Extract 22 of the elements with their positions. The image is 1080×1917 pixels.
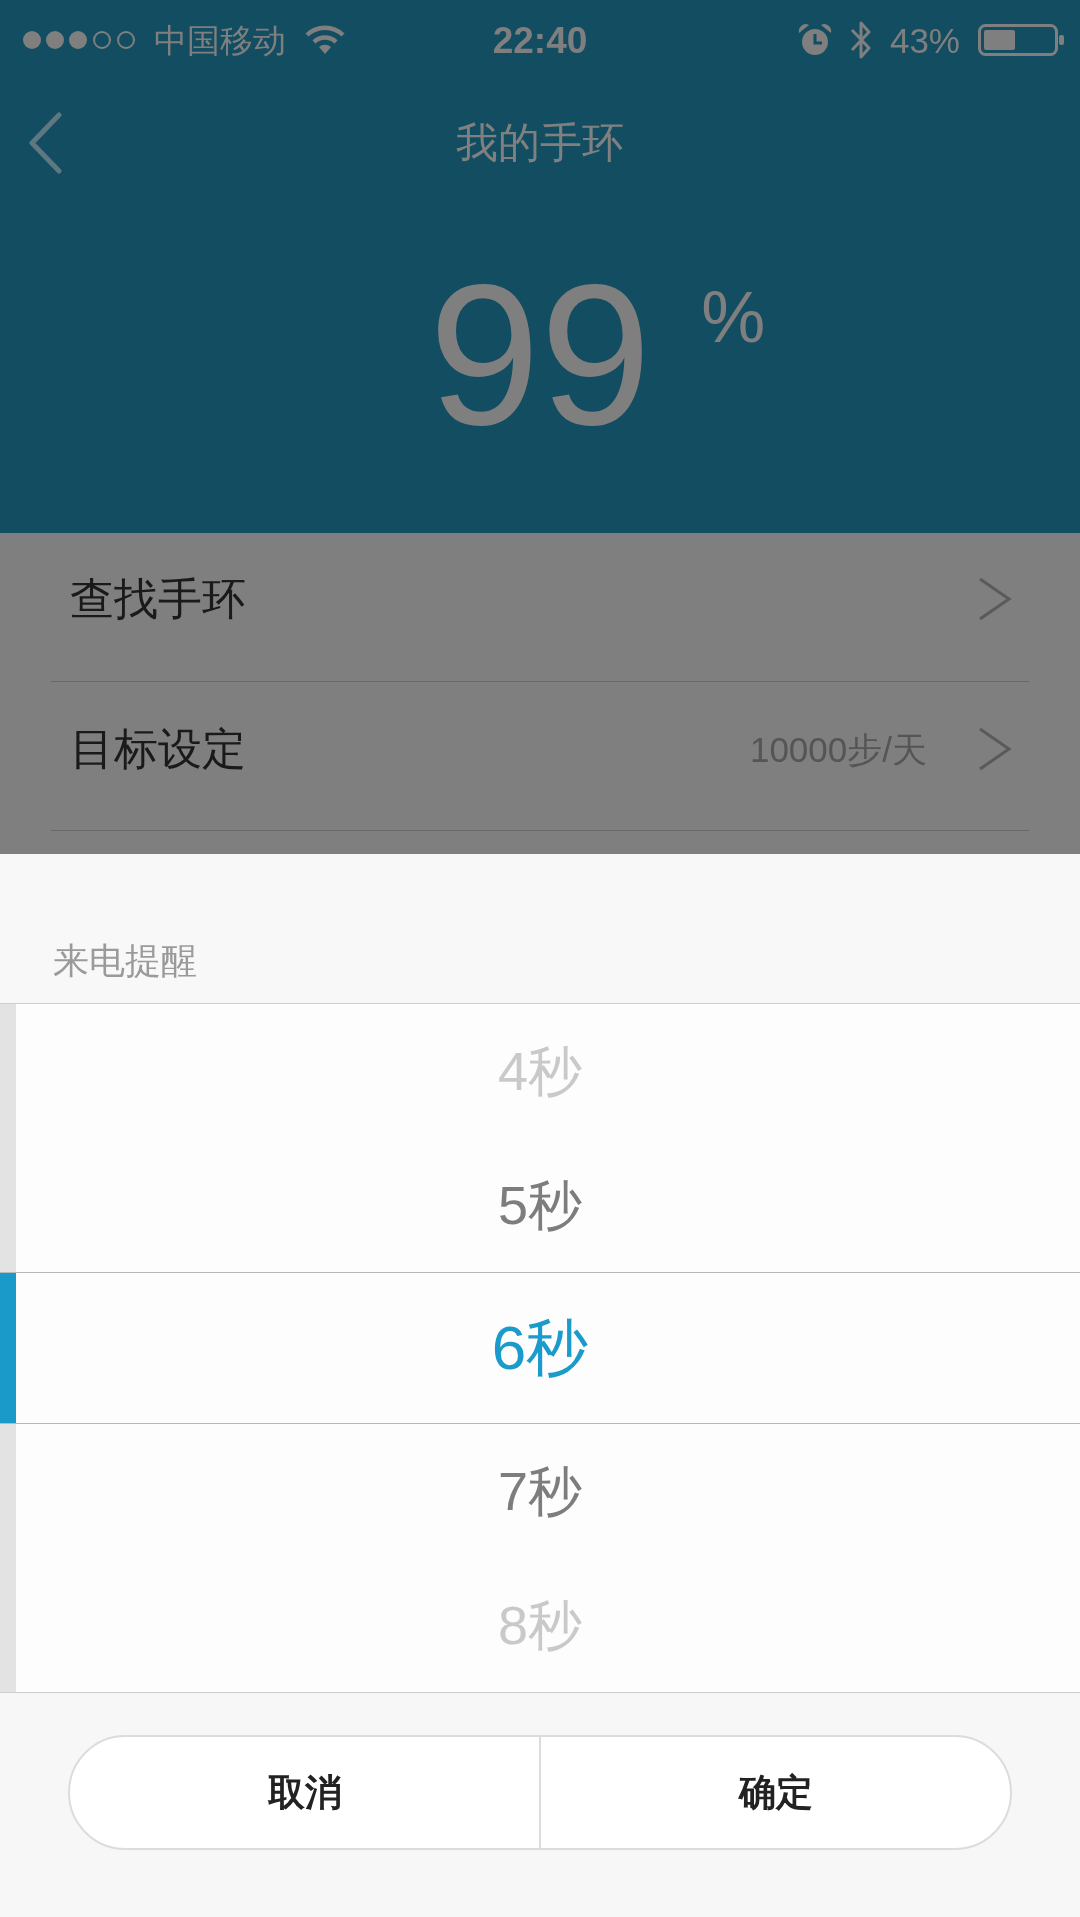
picker-option[interactable]: 7秒 xyxy=(0,1424,1080,1558)
confirm-button[interactable]: 确定 xyxy=(539,1737,1010,1848)
back-chevron-icon[interactable] xyxy=(27,112,63,174)
settings-item[interactable]: 目标设定 xyxy=(70,727,246,771)
picker-option[interactable]: 5秒 xyxy=(0,1138,1080,1272)
battery-percentage: 43% xyxy=(889,22,960,58)
wifi-icon xyxy=(304,25,346,55)
sheet-title: 来电提醒 xyxy=(53,943,197,979)
page-title: 我的手环 xyxy=(456,122,624,164)
battery-icon xyxy=(978,24,1064,56)
chevron-right-icon xyxy=(977,576,1013,622)
alarm-clock-icon xyxy=(797,24,832,56)
clock-time: 22:40 xyxy=(492,21,588,59)
carrier-name: 中国移动 xyxy=(154,23,286,57)
picker-option[interactable]: 6秒 xyxy=(0,1272,1080,1424)
cancel-button[interactable]: 取消 xyxy=(70,1737,539,1848)
settings-item[interactable]: 查找手环 xyxy=(70,577,246,621)
band-battery-value: 99 xyxy=(428,255,652,455)
chevron-right-icon xyxy=(977,726,1013,772)
percent-unit: % xyxy=(701,281,766,353)
bluetooth-icon xyxy=(849,19,872,61)
signal-dots-icon xyxy=(22,30,136,50)
